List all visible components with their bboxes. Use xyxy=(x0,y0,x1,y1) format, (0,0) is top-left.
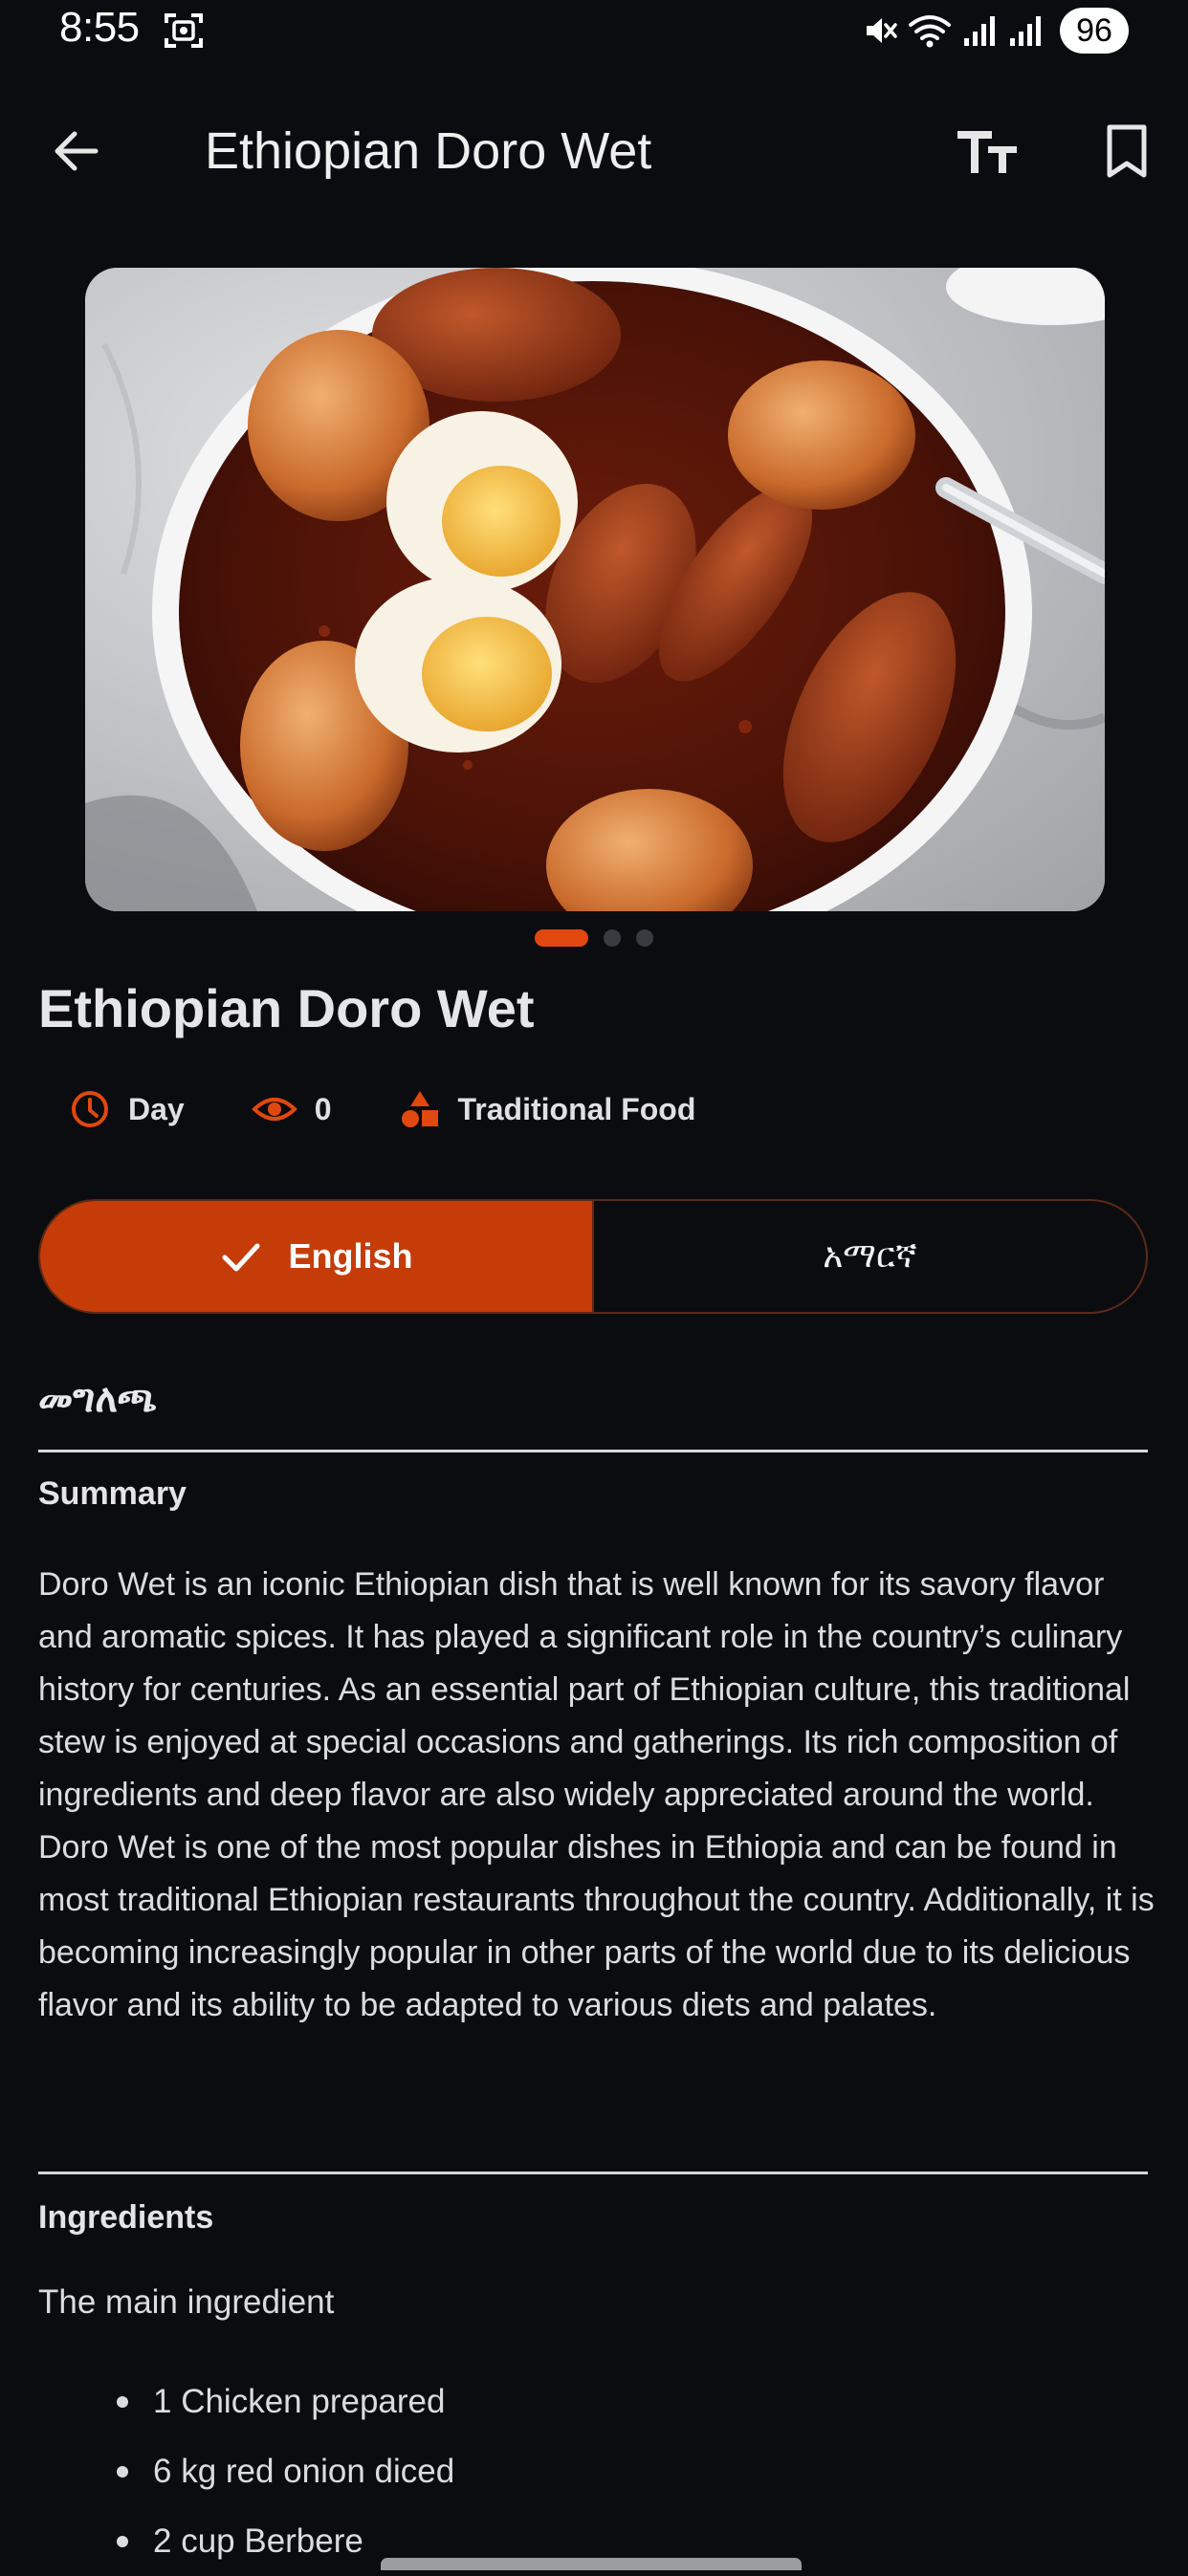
bookmark-button[interactable] xyxy=(1096,119,1157,184)
bullet xyxy=(117,2536,128,2547)
meta-time-label: Day xyxy=(128,1091,185,1126)
home-indicator[interactable] xyxy=(381,2558,802,2570)
battery-indicator: 96 xyxy=(1060,8,1129,54)
text-size-button[interactable] xyxy=(953,119,1022,184)
language-option-english-label: English xyxy=(288,1236,413,1276)
meta-time: Day xyxy=(69,1088,185,1130)
ingredient-list: 1 Chicken prepared 6 kg red onion diced … xyxy=(113,2367,454,2576)
divider xyxy=(38,2172,1148,2174)
ingredient-item: 1 Chicken prepared xyxy=(113,2367,454,2436)
signal-icon-2 xyxy=(1006,11,1045,50)
eye-icon xyxy=(251,1098,297,1121)
language-option-amharic-label: አማርኛ xyxy=(823,1236,917,1276)
doro-wet-photo xyxy=(85,268,1105,911)
ingredients-intro: The main ingredient xyxy=(38,2283,335,2321)
meta-category-label: Traditional Food xyxy=(457,1091,696,1126)
bullet xyxy=(117,2466,128,2478)
back-button[interactable] xyxy=(38,117,115,186)
mute-icon xyxy=(861,11,899,50)
ingredient-text: 1 Chicken prepared xyxy=(153,2383,446,2420)
divider xyxy=(38,1450,1148,1452)
page-title: Ethiopian Doro Wet xyxy=(205,122,652,180)
arrow-left-icon xyxy=(55,131,99,171)
ingredient-text: 6 kg red onion diced xyxy=(153,2453,455,2490)
description-heading: መግለጫ xyxy=(38,1377,157,1421)
language-option-english[interactable]: English xyxy=(40,1201,592,1312)
dish-title: Ethiopian Doro Wet xyxy=(38,978,535,1038)
carousel-indicator[interactable] xyxy=(0,929,1188,947)
language-option-amharic[interactable]: አማርኛ xyxy=(592,1201,1146,1312)
app-bar: Ethiopian Doro Wet xyxy=(0,96,1188,207)
summary-text: Doro Wet is an iconic Ethiopian dish tha… xyxy=(38,1566,1155,2023)
dish-meta: Day 0 Traditional Food xyxy=(69,1082,695,1136)
carousel-dot[interactable] xyxy=(636,929,653,947)
check-icon xyxy=(222,1243,260,1272)
carousel-dot[interactable] xyxy=(604,929,621,947)
status-icons: 96 xyxy=(861,6,1129,55)
text-size-icon xyxy=(957,131,1017,173)
ingredient-item: 6 kg red onion diced xyxy=(113,2436,454,2506)
meta-views: 0 xyxy=(251,1088,332,1130)
language-toggle[interactable]: English አማርኛ xyxy=(38,1199,1148,1314)
dish-photo[interactable] xyxy=(85,268,1105,911)
wifi-icon xyxy=(907,11,953,50)
meta-views-count: 0 xyxy=(314,1091,332,1126)
carousel-dot-active[interactable] xyxy=(535,929,588,947)
signal-icon-1 xyxy=(960,11,999,50)
category-shapes-icon xyxy=(401,1091,438,1127)
clock-icon xyxy=(72,1091,108,1127)
summary-heading: Summary xyxy=(38,1475,187,1512)
status-bar: 8:55 96 xyxy=(0,0,1188,65)
bookmark-icon xyxy=(1107,124,1147,178)
meta-category: Traditional Food xyxy=(399,1088,696,1130)
status-time: 8:55 xyxy=(59,4,140,51)
screenshot-icon xyxy=(163,10,205,52)
ingredients-heading: Ingredients xyxy=(38,2199,214,2236)
bullet xyxy=(117,2396,128,2408)
ingredient-text: 2 cup Berbere xyxy=(153,2522,363,2560)
